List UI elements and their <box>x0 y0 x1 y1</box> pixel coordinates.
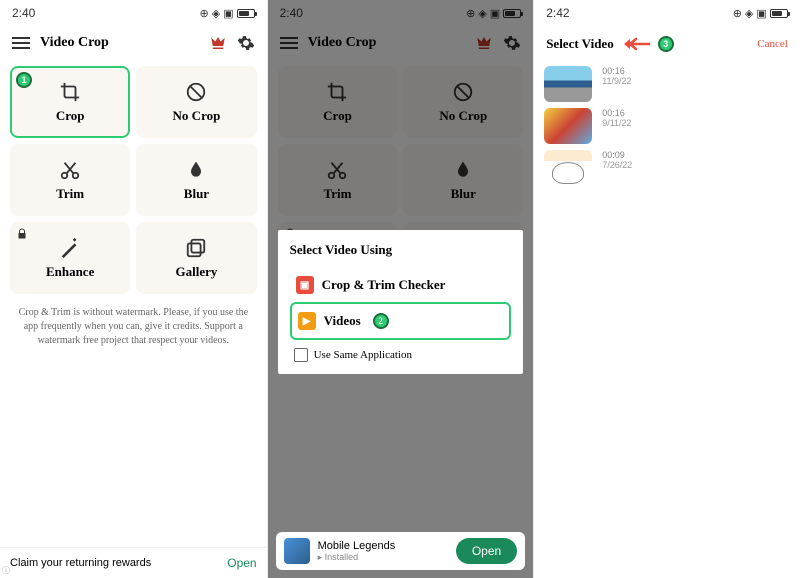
status-time: 2:42 <box>546 6 569 20</box>
ad-open-button[interactable]: Open <box>456 538 517 564</box>
enhance-icon <box>58 236 82 260</box>
page-title: Select Video <box>546 36 614 52</box>
status-icons: ⊕◈▣ <box>733 7 788 20</box>
select-video-dialog: Select Video Using ▣ Crop & Trim Checker… <box>278 230 524 374</box>
ad-title: Mobile Legends <box>318 540 448 552</box>
checkbox-label: Use Same Application <box>314 349 412 361</box>
dialog-option-label: Videos <box>324 313 361 329</box>
blur-icon <box>184 158 208 182</box>
video-item[interactable]: 00:16 9/11/22 <box>544 108 790 144</box>
use-same-app-row[interactable]: Use Same Application <box>290 348 512 362</box>
dialog-option-label: Crop & Trim Checker <box>322 277 446 293</box>
video-thumbnail <box>544 66 592 102</box>
trim-icon <box>58 158 82 182</box>
gallery-icon <box>184 236 208 260</box>
status-time: 2:40 <box>12 6 35 20</box>
phone-screen-2: 2:40 ⊕◈▣ Video Crop Crop No Crop Tr <box>267 0 534 578</box>
lock-icon <box>16 228 28 240</box>
status-bar: 2:40 ⊕◈▣ <box>0 0 267 26</box>
feature-grid: 1 Crop No Crop Trim Blur Enhance <box>0 66 267 294</box>
battery-icon <box>770 9 788 18</box>
tile-gallery[interactable]: Gallery <box>136 222 256 294</box>
tile-enhance[interactable]: Enhance <box>10 222 130 294</box>
video-meta: 00:16 11/9/22 <box>602 66 631 86</box>
nocrop-icon <box>184 80 208 104</box>
step-badge-3: 3 <box>658 36 674 52</box>
menu-icon[interactable] <box>12 37 30 49</box>
crop-icon <box>58 80 82 104</box>
dialog-title: Select Video Using <box>290 242 512 258</box>
tile-label: Crop <box>56 108 85 124</box>
battery-icon <box>237 9 255 18</box>
app-title: Video Crop <box>40 35 199 51</box>
tile-trim[interactable]: Trim <box>10 144 130 216</box>
video-meta: 00:09 7/26/22 <box>602 150 632 170</box>
settings-icon[interactable] <box>237 34 255 52</box>
ad-bar[interactable]: ⓘ Claim your returning rewards Open <box>0 547 267 578</box>
select-video-header: Select Video 3 Cancel <box>534 26 800 62</box>
ad-app-icon <box>284 538 310 564</box>
crown-icon[interactable] <box>209 34 227 52</box>
videos-app-icon: ▶ <box>298 312 316 330</box>
tile-label: Trim <box>56 186 84 202</box>
step-badge-1: 1 <box>16 72 32 88</box>
ad-text: Claim your returning rewards <box>10 557 219 569</box>
status-icons: ⊕◈▣ <box>200 7 255 20</box>
tile-label: Blur <box>184 186 209 202</box>
checker-app-icon: ▣ <box>296 276 314 294</box>
tile-crop[interactable]: 1 Crop <box>10 66 130 138</box>
description-text: Crop & Trim is without watermark. Please… <box>0 294 267 360</box>
phone-screen-3: 2:42 ⊕◈▣ Select Video 3 Cancel 00:16 11/… <box>533 0 800 578</box>
video-duration: 00:16 <box>602 108 631 118</box>
dialog-option-videos[interactable]: ▶ Videos 2 <box>290 302 512 340</box>
video-duration: 00:09 <box>602 150 632 160</box>
video-list: 00:16 11/9/22 00:16 9/11/22 00:09 7/26/2… <box>534 62 800 190</box>
tile-label: Gallery <box>176 264 218 280</box>
app-header: Video Crop <box>0 26 267 60</box>
ad-subtitle: ▸ Installed <box>318 552 448 563</box>
phone-screen-1: 2:40 ⊕◈▣ Video Crop 1 Crop No Crop <box>0 0 267 578</box>
tile-label: No Crop <box>173 108 221 124</box>
ad-open-button[interactable]: Open <box>227 556 256 570</box>
video-thumbnail <box>544 108 592 144</box>
arrow-red-icon <box>622 37 650 51</box>
video-meta: 00:16 9/11/22 <box>602 108 631 128</box>
video-date: 7/26/22 <box>602 160 632 170</box>
dialog-option-checker[interactable]: ▣ Crop & Trim Checker <box>290 268 512 302</box>
video-date: 11/9/22 <box>602 76 631 86</box>
tile-blur[interactable]: Blur <box>136 144 256 216</box>
tile-label: Enhance <box>46 264 94 280</box>
checkbox-icon[interactable] <box>294 348 308 362</box>
ad-info-icon: ⓘ <box>2 565 10 576</box>
video-date: 9/11/22 <box>602 118 631 128</box>
video-item[interactable]: 00:16 11/9/22 <box>544 66 790 102</box>
ad-bar[interactable]: Mobile Legends ▸ Installed Open <box>276 532 526 570</box>
step-badge-2: 2 <box>373 313 389 329</box>
video-item[interactable]: 00:09 7/26/22 <box>544 150 790 186</box>
status-bar: 2:42 ⊕◈▣ <box>534 0 800 26</box>
video-thumbnail <box>544 150 592 186</box>
tile-nocrop[interactable]: No Crop <box>136 66 256 138</box>
video-duration: 00:16 <box>602 66 631 76</box>
cancel-button[interactable]: Cancel <box>757 38 788 50</box>
